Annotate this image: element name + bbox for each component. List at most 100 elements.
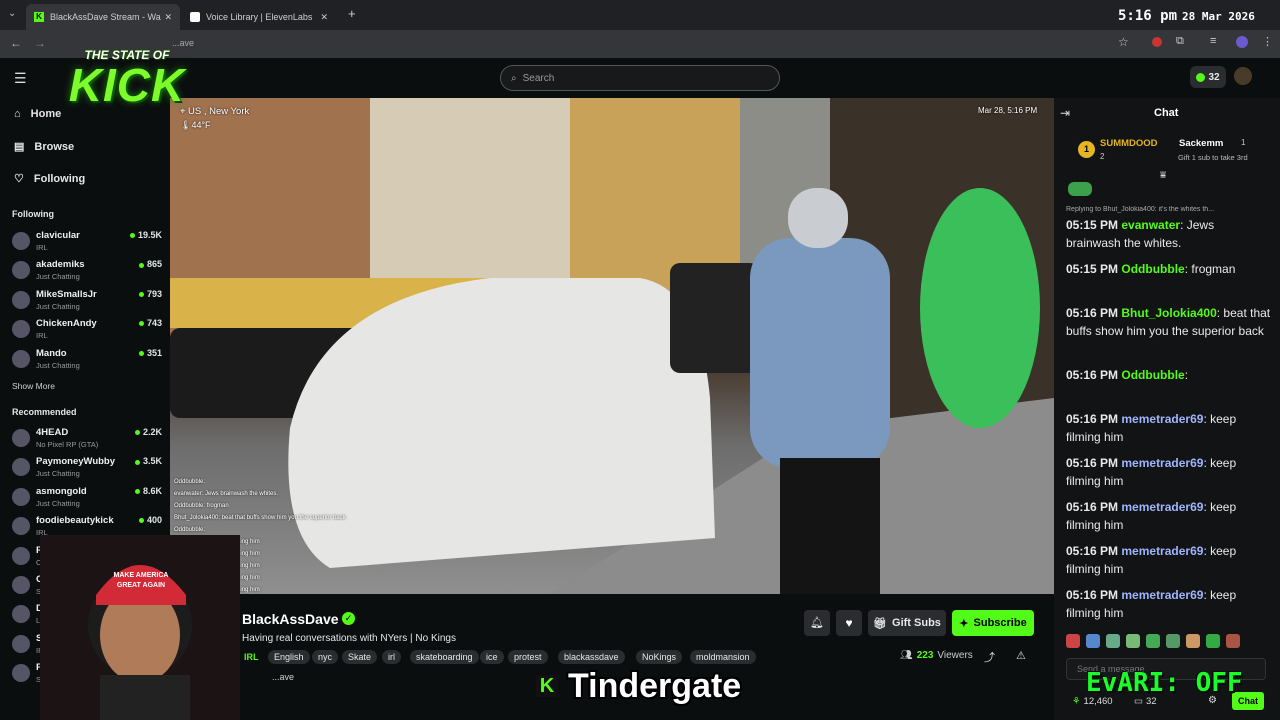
subscribe-button[interactable]: ✦ Subscribe	[952, 610, 1034, 636]
follow-heart-button[interactable]: ♥	[836, 610, 862, 636]
svg-text:MAKE AMERICA: MAKE AMERICA	[114, 572, 169, 579]
tag-irl[interactable]: IRL	[242, 650, 261, 664]
tag-skate[interactable]: Skate	[342, 650, 378, 664]
sidebar-channel-mikesmallsjr[interactable]: MikeSmallsJr Just Chatting 793	[12, 288, 162, 316]
chat-message: 05:16 PM Bhut_Jolokia400: beat that buff…	[1066, 304, 1272, 340]
chat-username[interactable]: memetrader69	[1121, 456, 1203, 470]
emote-icon[interactable]	[1106, 634, 1120, 648]
channel-category: Just Chatting	[36, 360, 80, 370]
channel-viewers: 8.6K	[135, 486, 162, 496]
caption-text: Tindergate	[568, 666, 742, 705]
sidebar-channel-mando[interactable]: Mando Just Chatting 351	[12, 347, 162, 375]
hamburger-menu-icon[interactable]: ☰	[14, 70, 27, 87]
tag-nyc[interactable]: nyc	[312, 650, 339, 664]
chat-time: 05:16 PM	[1066, 412, 1119, 426]
extensions-puzzle-icon[interactable]: ⧉	[1176, 35, 1184, 48]
chat-username[interactable]: Oddbubble	[1121, 368, 1184, 382]
tab-list-chevron-icon[interactable]: ⌄	[8, 8, 16, 19]
chat-username[interactable]: memetrader69	[1121, 588, 1203, 602]
mini-chat-line: Bhut_Jolokia400: beat that buffs show hi…	[174, 515, 346, 521]
chat-text: frogman	[1191, 262, 1236, 276]
report-icon[interactable]: ⚠	[1016, 649, 1026, 662]
profile-avatar[interactable]	[1236, 36, 1248, 48]
system-clock: 5:16 pm	[1118, 8, 1178, 24]
shirt	[100, 675, 190, 720]
channel-name[interactable]: BlackAssDave	[242, 611, 339, 627]
person-pants	[780, 458, 880, 594]
emote-icon[interactable]	[1226, 634, 1240, 648]
chat-time: 05:16 PM	[1066, 456, 1119, 470]
tag-skateboarding[interactable]: skateboarding	[410, 650, 479, 664]
points-icon: ⚘	[1072, 696, 1081, 707]
chat-message: 05:16 PM memetrader69: keep filming him	[1066, 454, 1272, 490]
about-link[interactable]: ...ave	[272, 672, 294, 682]
tag-blackassdave[interactable]: blackassdave	[558, 650, 625, 664]
tag-ice[interactable]: ice	[480, 650, 504, 664]
chat-username[interactable]: evanwater	[1121, 218, 1180, 232]
channel-avatar	[12, 429, 30, 447]
emote-icon[interactable]	[1166, 634, 1180, 648]
gift-subs-button[interactable]: 🎁︎ Gift Subs	[868, 610, 946, 636]
following-section-title: Following	[12, 209, 54, 219]
tag-nokings[interactable]: NoKings	[636, 650, 683, 664]
tag-english[interactable]: English	[268, 650, 310, 664]
sidebar-channel-clavicular[interactable]: clavicular IRL 19.5K	[12, 229, 162, 257]
chat-title: Chat	[1154, 107, 1179, 119]
sidebar-channel-paymoneywubby[interactable]: PaymoneyWubby Just Chatting 3.5K	[12, 455, 162, 483]
sidebar-channel-akademiks[interactable]: akademiks Just Chatting 865	[12, 258, 162, 286]
emote-icon[interactable]	[1186, 634, 1200, 648]
search-input[interactable]: ⌕ Search	[500, 65, 780, 91]
video-player[interactable]: ⌖ US , New York 🌡44°F Mar 28, 5:16 PM Od…	[170, 98, 1054, 594]
emote-icon[interactable]	[1066, 634, 1080, 648]
chat-username[interactable]: memetrader69	[1121, 544, 1203, 558]
channel-avatar	[12, 349, 30, 368]
channel-name: Mando	[36, 347, 67, 359]
tab-close-icon[interactable]: ✕	[320, 12, 328, 23]
pin-filter-icon[interactable]: ⩸	[1160, 170, 1166, 181]
chat-username[interactable]: Bhut_Jolokia400	[1121, 306, 1216, 320]
show-more-link[interactable]: Show More	[12, 381, 55, 391]
state-of-kick-logo: THE STATE OF KICK	[34, 24, 220, 124]
browser-menu-icon[interactable]: ⋮	[1262, 35, 1273, 48]
nav-browse-label: Browse	[34, 140, 75, 153]
share-icon[interactable]: ⤴	[984, 649, 995, 665]
extension-icon[interactable]	[1152, 37, 1162, 47]
tab-label: Voice Library | ElevenLabs	[206, 12, 313, 22]
emote-icon[interactable]	[1086, 634, 1100, 648]
chat-username[interactable]: memetrader69	[1121, 412, 1203, 426]
channel-category: IRL	[36, 331, 48, 341]
channel-avatar	[12, 605, 30, 624]
channel-category: No Pixel RP (GTA)	[36, 440, 99, 449]
kicks-balance[interactable]: 32	[1190, 66, 1226, 88]
emote-icon[interactable]	[1126, 634, 1140, 648]
tag-moldmansion[interactable]: moldmansion	[690, 650, 756, 664]
nav-following[interactable]: ♡ Following	[14, 172, 85, 186]
user-avatar[interactable]	[1234, 67, 1252, 85]
sidebar-channel-4head[interactable]: 4HEAD No Pixel RP (GTA) 2.2K	[12, 426, 162, 454]
channel-name: MikeSmallsJr	[36, 288, 97, 300]
bookmark-star-icon[interactable]: ☆	[1118, 35, 1129, 49]
notification-bell-button[interactable]: 🔔︎	[804, 610, 830, 636]
tab-label: BlackAssDave Stream - Wa	[50, 12, 161, 22]
sidebar-channel-asmongold[interactable]: asmongold Just Chatting 8.6K	[12, 485, 162, 513]
sidebar-channel-chickenandy[interactable]: ChickenAndy IRL 743	[12, 317, 162, 345]
tag-irl[interactable]: irl	[382, 650, 401, 664]
collapse-chat-icon[interactable]: ⇥	[1060, 106, 1070, 120]
channel-name: 4HEAD	[36, 427, 69, 438]
emote-icon[interactable]	[1146, 634, 1160, 648]
chat-time: 05:16 PM	[1066, 500, 1119, 514]
chat-time: 05:15 PM	[1066, 218, 1119, 232]
channel-viewers: 2.2K	[135, 427, 162, 437]
chat-time: 05:16 PM	[1066, 544, 1119, 558]
nav-browse[interactable]: ▤ Browse	[14, 140, 75, 154]
channel-viewers: 19.5K	[130, 230, 162, 240]
tag-protest[interactable]: protest	[508, 650, 548, 664]
viewer-count: 👥︎ 223 Viewers	[900, 650, 973, 661]
tab-search-icon[interactable]: ≡	[1210, 35, 1216, 47]
chat-username[interactable]: memetrader69	[1121, 500, 1203, 514]
chat-username[interactable]: Oddbubble	[1121, 262, 1184, 276]
tab-close-icon[interactable]: ✕	[164, 12, 172, 23]
new-tab-button[interactable]: +	[348, 6, 356, 21]
emote-icon[interactable]	[1206, 634, 1220, 648]
back-icon[interactable]: ←	[10, 36, 22, 50]
